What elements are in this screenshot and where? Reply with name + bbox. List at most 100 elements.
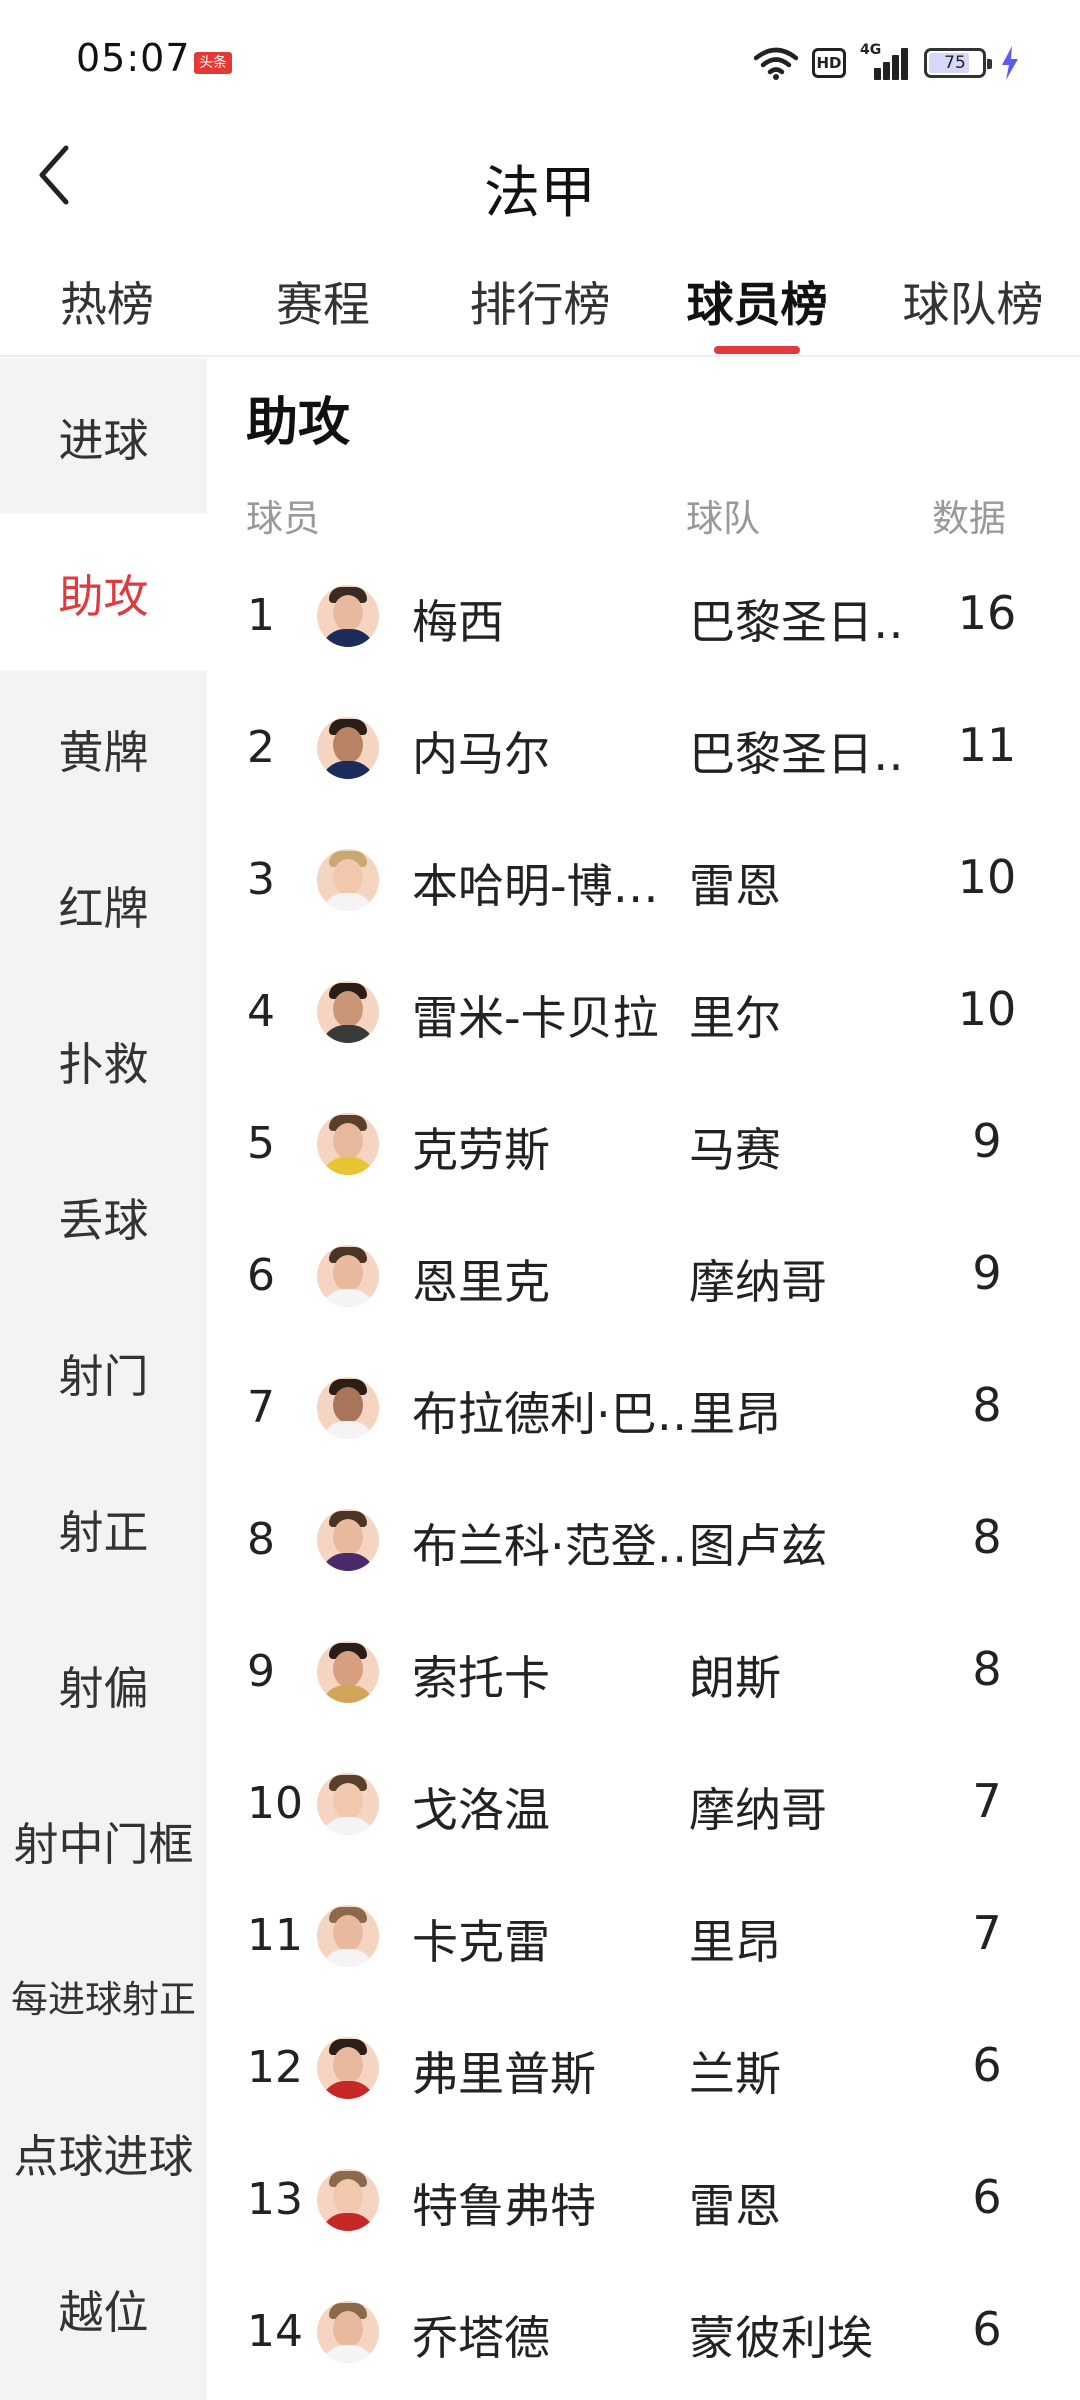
sidebar-item-offsides[interactable]: 越位 bbox=[0, 2230, 207, 2386]
sidebar-item-shots-per-goal[interactable]: 每进球射正 bbox=[0, 1918, 207, 2074]
player-name: 特鲁弗特 bbox=[412, 2179, 596, 2233]
player-name: 布兰科·范登… bbox=[412, 1519, 684, 1573]
team-name: 巴黎圣日… bbox=[689, 727, 907, 781]
sidebar-item-woodwork[interactable]: 射中门框 bbox=[0, 1762, 207, 1918]
player-name: 内马尔 bbox=[412, 727, 550, 781]
table-row[interactable]: 2 内马尔 巴黎圣日… 11 bbox=[207, 682, 1080, 814]
active-tab-indicator bbox=[714, 346, 800, 354]
sidebar-item-shots[interactable]: 射门 bbox=[0, 1294, 207, 1450]
table-row[interactable]: 7 布拉德利·巴… 里昂 8 bbox=[207, 1342, 1080, 1474]
team-name: 雷恩 bbox=[689, 859, 781, 913]
wifi-icon bbox=[754, 47, 798, 80]
player-name: 恩里克 bbox=[412, 1255, 550, 1309]
rank: 5 bbox=[247, 1118, 275, 1169]
rank: 12 bbox=[247, 2042, 303, 2093]
section-title: 助攻 bbox=[246, 393, 351, 453]
table-row[interactable]: 13 特鲁弗特 雷恩 6 bbox=[207, 2134, 1080, 2266]
sidebar-item-goals[interactable]: 进球 bbox=[0, 358, 207, 514]
rank: 3 bbox=[247, 854, 275, 905]
column-header-value: 数据 bbox=[932, 497, 1006, 540]
avatar bbox=[317, 981, 379, 1043]
player-name: 索托卡 bbox=[412, 1651, 550, 1705]
player-name: 卡克雷 bbox=[412, 1915, 550, 1969]
stat-value: 16 bbox=[957, 586, 1017, 640]
rank: 9 bbox=[247, 1646, 275, 1697]
stat-value: 9 bbox=[972, 1114, 1002, 1168]
tab-hot[interactable]: 热榜 bbox=[12, 266, 202, 335]
avatar bbox=[317, 717, 379, 779]
stat-value: 8 bbox=[972, 1510, 1002, 1564]
rank: 6 bbox=[247, 1250, 275, 1301]
status-time: 05:07 bbox=[76, 36, 191, 80]
avatar bbox=[317, 2037, 379, 2099]
avatar bbox=[317, 849, 379, 911]
rank: 4 bbox=[247, 986, 275, 1037]
sidebar-item-shots-on-target[interactable]: 射正 bbox=[0, 1450, 207, 1606]
sidebar-item-goals-conceded[interactable]: 丢球 bbox=[0, 1138, 207, 1294]
stat-value: 7 bbox=[972, 1906, 1002, 1960]
avatar bbox=[317, 1905, 379, 1967]
team-name: 摩纳哥 bbox=[689, 1255, 827, 1309]
rank: 13 bbox=[247, 2174, 303, 2225]
tab-standings[interactable]: 排行榜 bbox=[445, 266, 635, 335]
table-row[interactable]: 4 雷米-卡贝拉 里尔 10 bbox=[207, 946, 1080, 1078]
table-row[interactable]: 12 弗里普斯 兰斯 6 bbox=[207, 2002, 1080, 2134]
player-name: 梅西 bbox=[412, 595, 504, 649]
column-header-team: 球队 bbox=[686, 497, 760, 540]
rank: 2 bbox=[247, 722, 275, 773]
table-row[interactable]: 8 布兰科·范登… 图卢兹 8 bbox=[207, 1474, 1080, 1606]
team-name: 马赛 bbox=[689, 1123, 781, 1177]
avatar bbox=[317, 1245, 379, 1307]
tab-team-rankings[interactable]: 球队榜 bbox=[878, 266, 1068, 335]
table-row[interactable]: 14 乔塔德 蒙彼利埃 6 bbox=[207, 2266, 1080, 2398]
table-row[interactable]: 5 克劳斯 马赛 9 bbox=[207, 1078, 1080, 1210]
stat-value: 10 bbox=[957, 982, 1017, 1036]
team-name: 雷恩 bbox=[689, 2179, 781, 2233]
rank: 8 bbox=[247, 1514, 275, 1565]
tab-schedule[interactable]: 赛程 bbox=[228, 266, 418, 335]
sidebar-item-assists[interactable]: 助攻 bbox=[0, 514, 207, 670]
stat-value: 10 bbox=[957, 850, 1017, 904]
stat-value: 8 bbox=[972, 1378, 1002, 1432]
stat-value: 11 bbox=[957, 718, 1017, 772]
app-badge: 头条 bbox=[194, 52, 232, 74]
team-name: 蒙彼利埃 bbox=[689, 2311, 873, 2365]
sidebar-item-penalty-goals[interactable]: 点球进球 bbox=[0, 2074, 207, 2230]
table-row[interactable]: 6 恩里克 摩纳哥 9 bbox=[207, 1210, 1080, 1342]
player-name: 乔塔德 bbox=[412, 2311, 550, 2365]
charging-bolt-icon bbox=[1002, 46, 1018, 80]
table-row[interactable]: 10 戈洛温 摩纳哥 7 bbox=[207, 1738, 1080, 1870]
network-label: 4G bbox=[860, 42, 882, 58]
team-name: 巴黎圣日… bbox=[689, 595, 907, 649]
table-row[interactable]: 3 本哈明-博… 雷恩 10 bbox=[207, 814, 1080, 946]
table-row[interactable]: 1 梅西 巴黎圣日… 16 bbox=[207, 550, 1080, 682]
avatar bbox=[317, 1377, 379, 1439]
team-name: 里昂 bbox=[689, 1915, 781, 1969]
stat-category-sidebar: 进球 助攻 黄牌 红牌 扑救 丢球 射门 射正 射偏 射中门框 每进球射正 点球… bbox=[0, 358, 207, 2400]
player-name: 克劳斯 bbox=[412, 1123, 550, 1177]
tab-player-rankings[interactable]: 球员榜 bbox=[662, 266, 852, 335]
status-bar: 05:07 头条 HD 4G 75 bbox=[0, 0, 1080, 120]
player-name: 本哈明-博… bbox=[412, 859, 659, 913]
table-row[interactable]: 11 卡克雷 里昂 7 bbox=[207, 1870, 1080, 2002]
page-title: 法甲 bbox=[484, 161, 596, 226]
status-icons: HD 4G 75 bbox=[754, 38, 1020, 88]
stat-value: 7 bbox=[972, 1774, 1002, 1828]
sidebar-item-saves[interactable]: 扑救 bbox=[0, 982, 207, 1138]
sidebar-item-shots-off-target[interactable]: 射偏 bbox=[0, 1606, 207, 1762]
stat-value: 9 bbox=[972, 1246, 1002, 1300]
signal-4g-icon: 4G bbox=[860, 42, 910, 80]
rank: 1 bbox=[247, 590, 275, 641]
avatar bbox=[317, 1773, 379, 1835]
player-name: 戈洛温 bbox=[412, 1783, 550, 1837]
avatar bbox=[317, 2301, 379, 2363]
stat-value: 6 bbox=[972, 2038, 1002, 2092]
sidebar-item-yellow-cards[interactable]: 黄牌 bbox=[0, 670, 207, 826]
table-row[interactable]: 9 索托卡 朗斯 8 bbox=[207, 1606, 1080, 1738]
sidebar-item-red-cards[interactable]: 红牌 bbox=[0, 826, 207, 982]
stat-value: 8 bbox=[972, 1642, 1002, 1696]
battery-icon: 75 bbox=[924, 48, 992, 78]
rank: 10 bbox=[247, 1778, 303, 1829]
team-name: 里昂 bbox=[689, 1387, 781, 1441]
avatar bbox=[317, 2169, 379, 2231]
